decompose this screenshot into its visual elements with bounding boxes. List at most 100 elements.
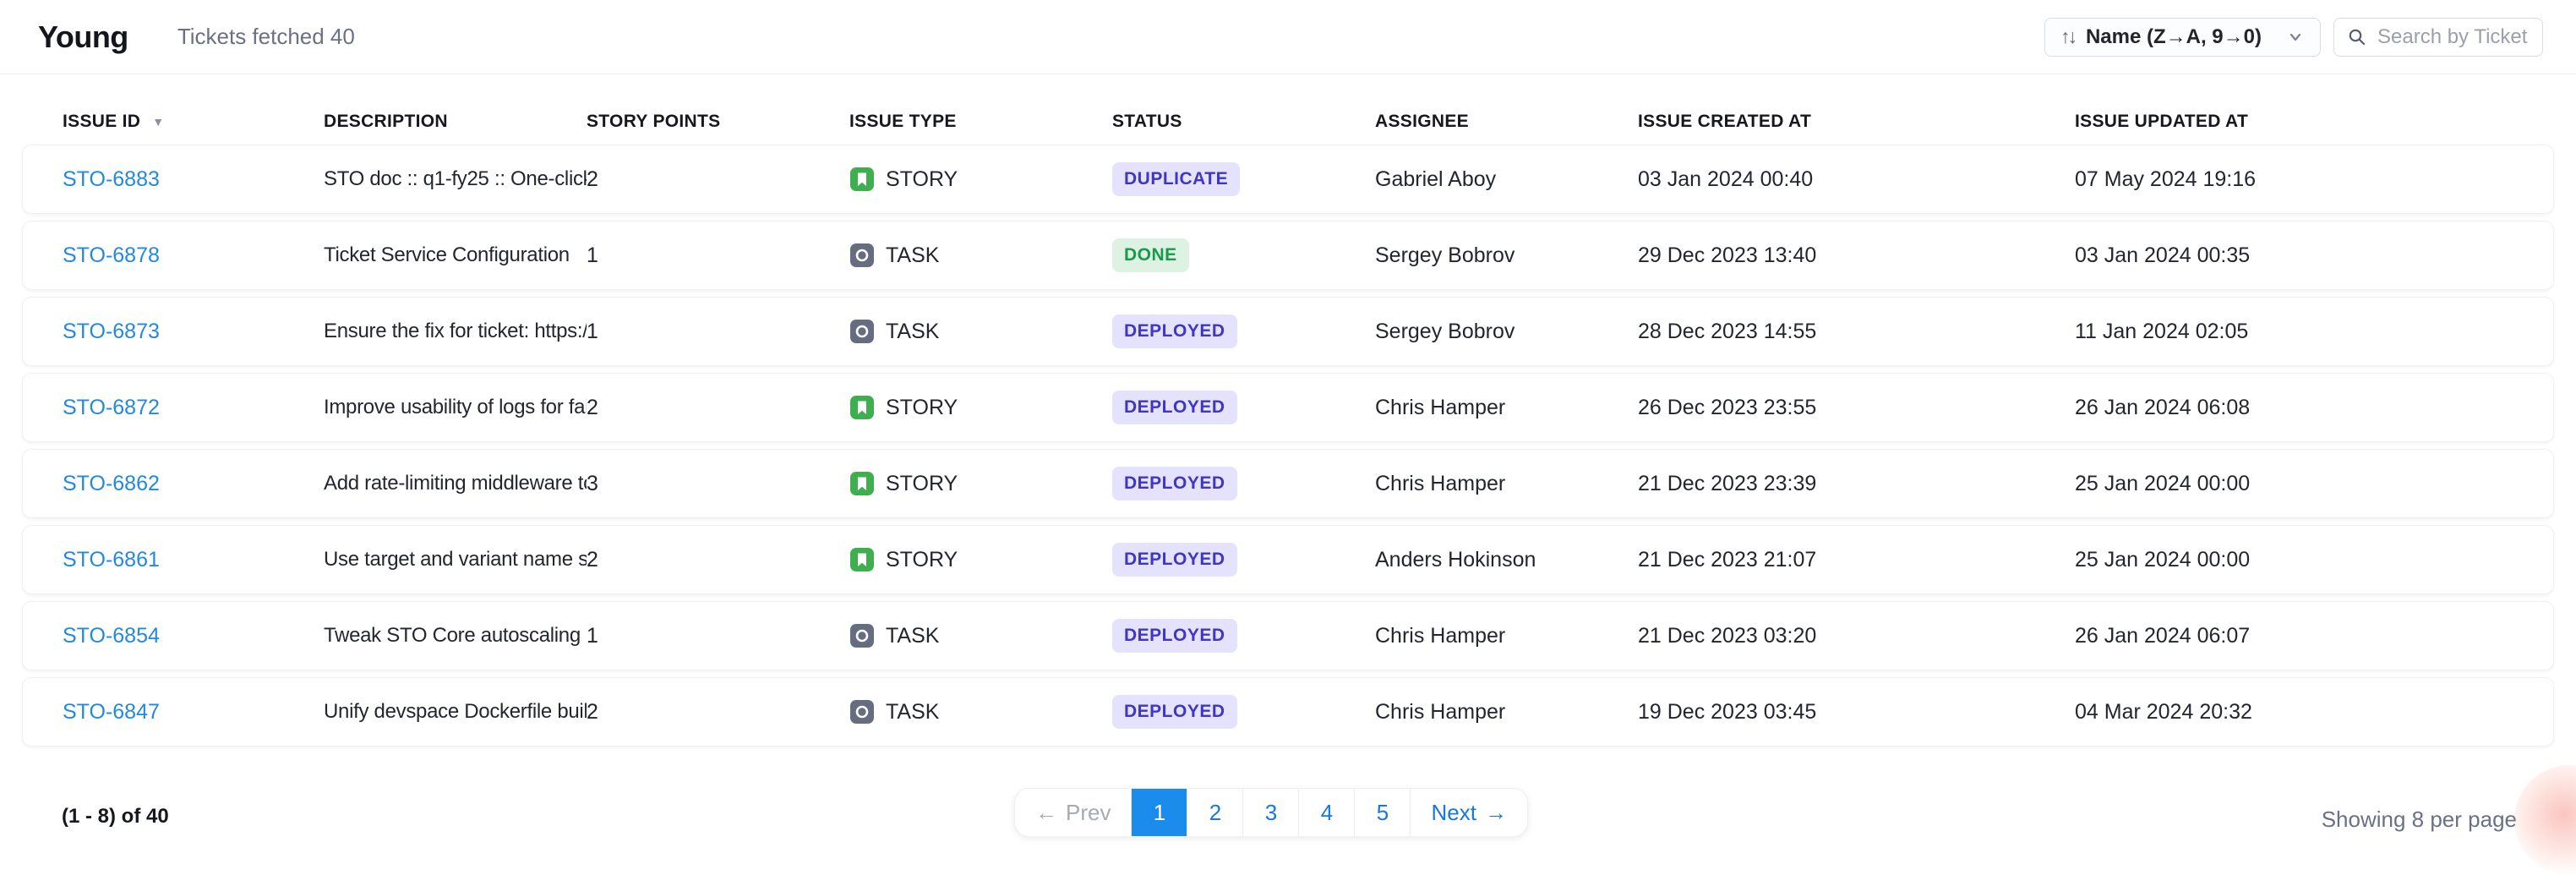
issue-type-label: STORY bbox=[886, 548, 958, 572]
status-badge: DEPLOYED bbox=[1112, 391, 1237, 424]
next-page-button[interactable]: Next → bbox=[1410, 789, 1526, 836]
updated-at-cell: 03 Jan 2024 00:35 bbox=[2075, 243, 2553, 268]
issue-type-cell: STORY bbox=[849, 547, 1112, 572]
issue-type-cell: TASK bbox=[849, 623, 1112, 648]
table-header: ISSUE ID ▼ DESCRIPTION STORY POINTS ISSU… bbox=[23, 98, 2553, 145]
task-icon bbox=[849, 243, 875, 268]
sort-dropdown-label: Name (Z→A, 9→0) bbox=[2086, 25, 2262, 49]
issue-type-cell: TASK bbox=[849, 699, 1112, 725]
page-number-button[interactable]: 2 bbox=[1187, 789, 1242, 836]
chevron-down-icon bbox=[2286, 28, 2305, 46]
status-cell: DUPLICATE bbox=[1112, 162, 1375, 196]
description-cell: Use target and variant name sear... bbox=[324, 548, 587, 571]
story-points-cell: 1 bbox=[587, 624, 849, 648]
issue-type-label: TASK bbox=[886, 700, 939, 725]
story-points-cell: 1 bbox=[587, 320, 849, 344]
ticket-id-link[interactable]: STO-6862 bbox=[63, 472, 324, 496]
column-header-issue-created-at: ISSUE CREATED AT bbox=[1638, 112, 2075, 132]
created-at-cell: 21 Dec 2023 21:07 bbox=[1638, 548, 2075, 572]
search-box[interactable] bbox=[2333, 18, 2543, 57]
assignee-cell: Gabriel Aboy bbox=[1375, 167, 1638, 192]
assignee-cell: Sergey Bobrov bbox=[1375, 243, 1638, 268]
issue-type-label: STORY bbox=[886, 396, 958, 420]
updated-at-cell: 07 May 2024 19:16 bbox=[2075, 167, 2553, 192]
ticket-id-link[interactable]: STO-6878 bbox=[63, 243, 324, 268]
page-number-button[interactable]: 4 bbox=[1298, 789, 1354, 836]
header-controls: ↑↓ Name (Z→A, 9→0) bbox=[2044, 18, 2543, 57]
issue-type-cell: STORY bbox=[849, 395, 1112, 420]
pagination-bar: (1 - 8) of 40 ← Prev 12345 Next → Showin… bbox=[0, 786, 2576, 864]
assignee-cell: Anders Hokinson bbox=[1375, 548, 1638, 572]
range-label: (1 - 8) of 40 bbox=[62, 805, 169, 829]
sort-desc-icon: ▼ bbox=[152, 115, 164, 129]
assignee-cell: Chris Hamper bbox=[1375, 624, 1638, 648]
column-header-story-points: STORY POINTS bbox=[587, 112, 849, 132]
sort-arrows-icon: ↑↓ bbox=[2060, 25, 2075, 48]
ticket-id-link[interactable]: STO-6883 bbox=[63, 167, 324, 192]
ticket-id-link[interactable]: STO-6873 bbox=[63, 320, 324, 344]
left-arrow-icon: ← bbox=[1035, 800, 1057, 826]
created-at-cell: 28 Dec 2023 14:55 bbox=[1638, 320, 2075, 344]
updated-at-cell: 25 Jan 2024 00:00 bbox=[2075, 548, 2553, 572]
story-points-cell: 3 bbox=[587, 472, 849, 496]
status-badge: DUPLICATE bbox=[1112, 162, 1240, 196]
updated-at-cell: 04 Mar 2024 20:32 bbox=[2075, 700, 2553, 725]
status-badge: DEPLOYED bbox=[1112, 619, 1237, 653]
ticket-id-link[interactable]: STO-6854 bbox=[63, 624, 324, 648]
issue-type-cell: STORY bbox=[849, 167, 1112, 192]
table-row: STO-6847 Unify devspace Dockerfile build… bbox=[23, 678, 2553, 746]
issue-type-label: STORY bbox=[886, 472, 958, 496]
created-at-cell: 21 Dec 2023 03:20 bbox=[1638, 624, 2075, 648]
created-at-cell: 29 Dec 2023 13:40 bbox=[1638, 243, 2075, 268]
assignee-cell: Chris Hamper bbox=[1375, 396, 1638, 420]
column-header-issue-updated-at: ISSUE UPDATED AT bbox=[2075, 112, 2553, 132]
description-cell: Improve usability of logs for failur... bbox=[324, 396, 587, 419]
task-icon bbox=[849, 623, 875, 648]
updated-at-cell: 26 Jan 2024 06:07 bbox=[2075, 624, 2553, 648]
ticket-id-link[interactable]: STO-6861 bbox=[63, 548, 324, 572]
issue-type-label: TASK bbox=[886, 320, 939, 344]
sort-dropdown[interactable]: ↑↓ Name (Z→A, 9→0) bbox=[2044, 18, 2321, 57]
column-header-assignee: ASSIGNEE bbox=[1375, 112, 1638, 132]
search-icon bbox=[2347, 27, 2367, 47]
per-page-label: Showing 8 per page bbox=[2322, 807, 2517, 833]
top-bar: Young Tickets fetched 40 ↑↓ Name (Z→A, 9… bbox=[0, 0, 2576, 74]
ticket-id-link[interactable]: STO-6872 bbox=[63, 396, 324, 420]
table-row: STO-6862 Add rate-limiting middleware to… bbox=[23, 450, 2553, 517]
issue-type-label: TASK bbox=[886, 624, 939, 648]
issue-type-cell: STORY bbox=[849, 471, 1112, 496]
story-icon bbox=[849, 471, 875, 496]
updated-at-cell: 25 Jan 2024 00:00 bbox=[2075, 472, 2553, 496]
search-input[interactable] bbox=[2377, 25, 2530, 49]
prev-label: Prev bbox=[1066, 800, 1111, 826]
status-cell: DEPLOYED bbox=[1112, 695, 1375, 729]
story-points-cell: 2 bbox=[587, 167, 849, 192]
updated-at-cell: 26 Jan 2024 06:08 bbox=[2075, 396, 2553, 420]
task-icon bbox=[849, 699, 875, 725]
issue-type-cell: TASK bbox=[849, 243, 1112, 268]
assignee-cell: Chris Hamper bbox=[1375, 700, 1638, 725]
status-badge: DEPLOYED bbox=[1112, 467, 1237, 500]
column-header-issue-id[interactable]: ISSUE ID ▼ bbox=[63, 112, 324, 132]
right-arrow-icon: → bbox=[1485, 800, 1507, 826]
description-cell: Unify devspace Dockerfile build bbox=[324, 700, 587, 724]
page-number-button[interactable]: 1 bbox=[1131, 789, 1187, 836]
prev-page-button[interactable]: ← Prev bbox=[1015, 789, 1131, 836]
ticket-id-link[interactable]: STO-6847 bbox=[63, 700, 324, 725]
story-icon bbox=[849, 395, 875, 420]
table-row: STO-6883 STO doc :: q1-fy25 :: One-click… bbox=[23, 145, 2553, 213]
page-number-button[interactable]: 5 bbox=[1354, 789, 1410, 836]
story-points-cell: 1 bbox=[587, 243, 849, 268]
story-icon bbox=[849, 167, 875, 192]
description-cell: Ticket Service Configuration bbox=[324, 243, 587, 267]
status-badge: DONE bbox=[1112, 238, 1189, 272]
status-cell: DEPLOYED bbox=[1112, 391, 1375, 424]
created-at-cell: 19 Dec 2023 03:45 bbox=[1638, 700, 2075, 725]
tickets-fetched-label: Tickets fetched 40 bbox=[177, 24, 355, 50]
description-cell: Tweak STO Core autoscaling par... bbox=[324, 624, 587, 648]
column-header-status: STATUS bbox=[1112, 112, 1375, 132]
page-number-button[interactable]: 3 bbox=[1242, 789, 1298, 836]
table-row: STO-6854 Tweak STO Core autoscaling par.… bbox=[23, 602, 2553, 670]
created-at-cell: 26 Dec 2023 23:55 bbox=[1638, 396, 2075, 420]
status-cell: DONE bbox=[1112, 238, 1375, 272]
